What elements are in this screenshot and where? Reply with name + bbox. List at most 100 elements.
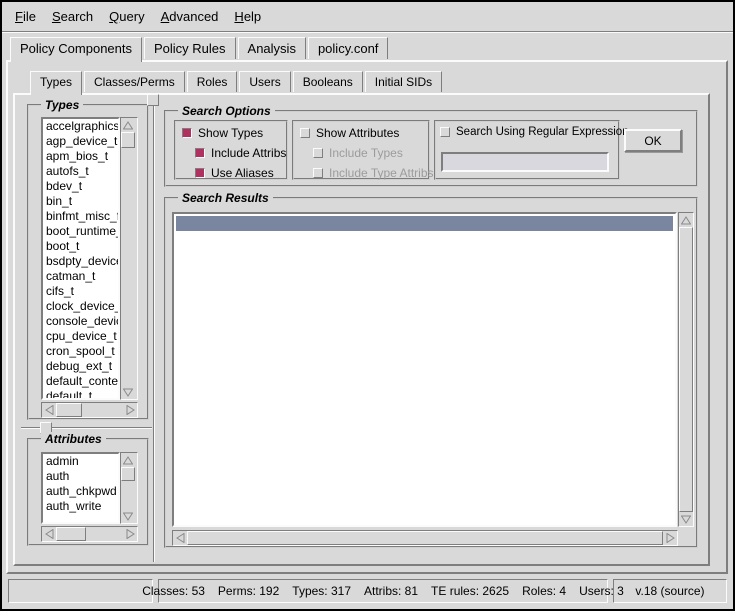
tab-roles[interactable]: Roles — [187, 71, 238, 92]
types-list-item[interactable]: default_context — [43, 374, 118, 389]
regex-group: Search Using Regular Expression — [434, 120, 620, 180]
menu-bar: File Search Query Advanced Help — [2, 2, 733, 32]
scrollbar-thumb[interactable] — [121, 132, 135, 148]
scrollbar-trough[interactable] — [86, 527, 123, 541]
scrollbar-trough[interactable] — [121, 148, 137, 385]
menu-file[interactable]: File — [7, 5, 44, 28]
types-frame: Types accelgraphics_eagp_device_tapm_bio… — [27, 104, 149, 420]
attributes-frame-label: Attributes — [41, 432, 106, 446]
show-attributes-checkbox[interactable]: Show Attributes — [300, 126, 399, 140]
scroll-up-icon[interactable] — [679, 213, 693, 227]
status-stats-panel: Classes: 53Perms: 192Types: 317Attribs: … — [158, 579, 608, 603]
tab-policy-conf[interactable]: policy.conf — [308, 37, 388, 59]
types-list-item[interactable]: cron_spool_t — [43, 344, 118, 359]
types-list-item[interactable]: default_t — [43, 389, 118, 400]
types-list-item[interactable]: boot_runtime_t — [43, 224, 118, 239]
scroll-left-icon[interactable] — [42, 527, 56, 541]
types-vscrollbar[interactable] — [120, 117, 138, 400]
scroll-down-icon[interactable] — [679, 512, 693, 526]
types-list-item[interactable]: cpu_device_t — [43, 329, 118, 344]
attributes-vscrollbar[interactable] — [120, 452, 138, 524]
tab-classes-perms[interactable]: Classes/Perms — [84, 71, 185, 92]
tab-initial-sids[interactable]: Initial SIDs — [365, 71, 442, 92]
types-tab-content: Types accelgraphics_eagp_device_tapm_bio… — [13, 93, 710, 566]
attributes-list-item[interactable]: auth_chkpwd — [43, 484, 118, 499]
show-attributes-group: Show Attributes Include Types Include Ty… — [292, 120, 430, 180]
scroll-left-icon[interactable] — [42, 403, 56, 417]
scroll-down-icon[interactable] — [121, 385, 135, 399]
types-list-item[interactable]: autofs_t — [43, 164, 118, 179]
types-list-item[interactable]: bsdpty_device_ — [43, 254, 118, 269]
results-hscrollbar[interactable] — [172, 530, 678, 546]
types-list-item[interactable]: binfmt_misc_fs — [43, 209, 118, 224]
tab-booleans[interactable]: Booleans — [293, 71, 363, 92]
menu-help[interactable]: Help — [226, 5, 269, 28]
screen: { "menu": { "items": ["File", "Search", … — [0, 0, 735, 611]
types-list-item[interactable]: clock_device_t — [43, 299, 118, 314]
attributes-list-item[interactable]: admin — [43, 454, 118, 469]
attributes-hscrollbar[interactable] — [41, 526, 138, 542]
regex-input[interactable] — [441, 152, 609, 172]
scroll-right-icon[interactable] — [663, 531, 677, 545]
scrollbar-thumb[interactable] — [56, 527, 86, 541]
types-list-item[interactable]: bin_t — [43, 194, 118, 209]
policy-stat: Classes: 53 — [142, 584, 205, 598]
results-vscrollbar[interactable] — [678, 212, 694, 527]
include-attribs-label: Include Attribs — [211, 146, 286, 160]
tab-policy-rules[interactable]: Policy Rules — [144, 37, 236, 59]
scroll-up-icon[interactable] — [121, 118, 135, 132]
show-types-checkbox[interactable]: Show Types — [182, 126, 263, 140]
types-list-item[interactable]: accelgraphics_e — [43, 119, 118, 134]
menu-advanced[interactable]: Advanced — [153, 5, 227, 28]
types-listbox[interactable]: accelgraphics_eagp_device_tapm_bios_taut… — [41, 117, 120, 400]
include-type-attribs-checkbox[interactable]: Include Type Attribs — [313, 166, 434, 180]
attributes-listbox[interactable]: adminauthauth_chkpwdauth_write — [41, 452, 120, 524]
use-aliases-checkbox[interactable]: Use Aliases — [195, 166, 274, 180]
tab-types[interactable]: Types — [30, 71, 82, 95]
main-sash-handle[interactable] — [147, 94, 159, 106]
scrollbar-trough[interactable] — [82, 403, 123, 417]
scroll-right-icon[interactable] — [123, 403, 137, 417]
scrollbar-thumb[interactable] — [187, 531, 663, 545]
types-list-item[interactable]: bdev_t — [43, 179, 118, 194]
status-version-panel: v.18 (source) — [613, 579, 727, 603]
regex-checkbox[interactable]: Search Using Regular Expression — [440, 126, 629, 138]
policy-stat: Perms: 192 — [218, 584, 279, 598]
scrollbar-trough[interactable] — [121, 481, 137, 509]
include-attribs-checkbox[interactable]: Include Attribs — [195, 146, 286, 160]
types-list-item[interactable]: cifs_t — [43, 284, 118, 299]
attributes-list-item[interactable]: auth_write — [43, 499, 118, 514]
menu-query[interactable]: Query — [101, 5, 152, 28]
policy-version: v.18 (source) — [635, 584, 704, 598]
main-tab-bar: Policy Components Policy Rules Analysis … — [10, 37, 388, 62]
tab-policy-components[interactable]: Policy Components — [10, 37, 142, 62]
types-list-item[interactable]: catman_t — [43, 269, 118, 284]
scroll-up-icon[interactable] — [121, 453, 135, 467]
scrollbar-thumb[interactable] — [679, 227, 693, 512]
checkbox-on-icon — [195, 168, 205, 178]
types-list-item[interactable]: console_device — [43, 314, 118, 329]
policy-stat: Types: 317 — [292, 584, 351, 598]
attributes-frame: Attributes adminauthauth_chkpwdauth_writ… — [27, 438, 149, 546]
main-sash[interactable] — [153, 96, 155, 562]
scroll-down-icon[interactable] — [121, 509, 135, 523]
scrollbar-thumb[interactable] — [121, 467, 135, 481]
include-types-checkbox[interactable]: Include Types — [313, 146, 403, 160]
search-results-label: Search Results — [178, 191, 273, 205]
scrollbar-thumb[interactable] — [56, 403, 82, 417]
selected-line-highlight — [176, 216, 673, 231]
tab-users[interactable]: Users — [239, 71, 290, 92]
types-list-item[interactable]: debug_ext_t — [43, 359, 118, 374]
attributes-list-item[interactable]: auth — [43, 469, 118, 484]
types-list-item[interactable]: boot_t — [43, 239, 118, 254]
tab-analysis[interactable]: Analysis — [238, 37, 306, 59]
menu-search[interactable]: Search — [44, 5, 101, 28]
types-list-item[interactable]: agp_device_t — [43, 134, 118, 149]
scroll-right-icon[interactable] — [123, 527, 137, 541]
types-list-item[interactable]: apm_bios_t — [43, 149, 118, 164]
ok-button[interactable]: OK — [624, 129, 682, 152]
search-results-text[interactable] — [172, 212, 677, 527]
checkbox-off-icon — [313, 148, 323, 158]
types-hscrollbar[interactable] — [41, 402, 138, 418]
scroll-left-icon[interactable] — [173, 531, 187, 545]
